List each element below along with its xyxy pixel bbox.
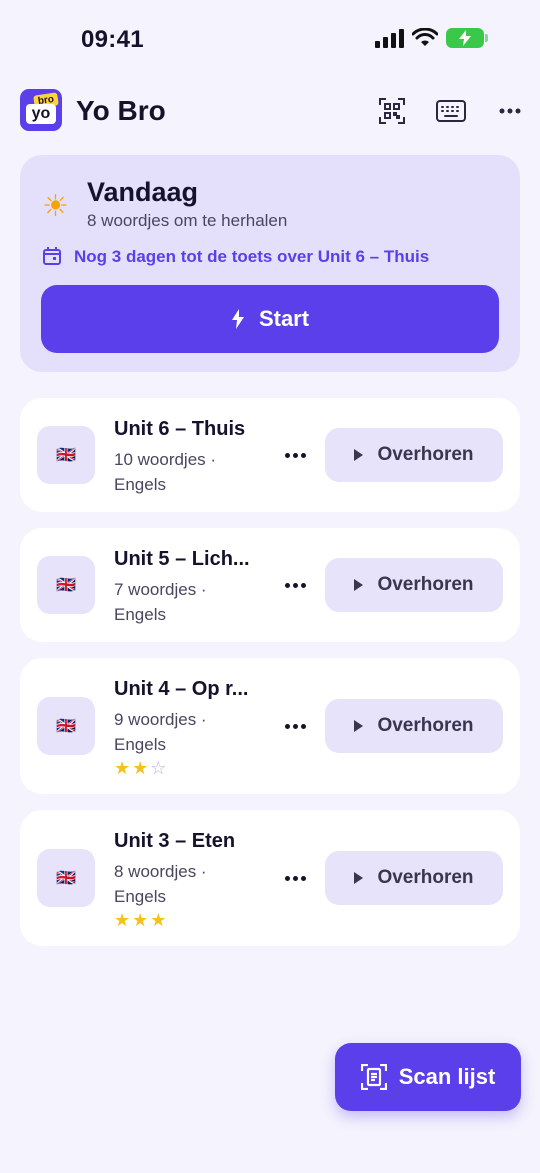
unit-card[interactable]: 🇬🇧 Unit 5 – Lich... 7 woordjes · Engels … bbox=[20, 528, 520, 642]
star-filled-icon: ★ bbox=[150, 910, 169, 930]
unit-card[interactable]: 🇬🇧 Unit 4 – Op r... 9 woordjes · Engels … bbox=[20, 658, 520, 794]
battery-charging-icon bbox=[446, 28, 488, 48]
document-scan-icon bbox=[360, 1064, 387, 1090]
play-icon bbox=[354, 579, 364, 591]
unit-title: Unit 4 – Op r... bbox=[114, 678, 249, 700]
unit-more-icon[interactable] bbox=[282, 575, 308, 595]
unit-more-icon[interactable] bbox=[282, 868, 308, 888]
unit-title: Unit 6 – Thuis bbox=[114, 418, 246, 440]
overhoren-label: Overhoren bbox=[377, 444, 474, 465]
star-rating: ★★☆ bbox=[114, 758, 168, 779]
overhoren-button[interactable]: Overhoren bbox=[325, 428, 503, 482]
start-button[interactable]: Start bbox=[41, 285, 499, 353]
unit-meta: 7 woordjes · Engels bbox=[114, 580, 207, 624]
cellular-signal-icon bbox=[375, 28, 404, 48]
today-title: Vandaag bbox=[87, 177, 199, 207]
unit-more-icon[interactable] bbox=[282, 445, 308, 465]
status-icons bbox=[375, 28, 488, 48]
unit-meta: 10 woordjes · Engels bbox=[114, 450, 217, 494]
unit-more-icon[interactable] bbox=[282, 716, 308, 736]
overhoren-button[interactable]: Overhoren bbox=[325, 851, 503, 905]
overhoren-label: Overhoren bbox=[377, 867, 474, 888]
overhoren-label: Overhoren bbox=[377, 715, 474, 736]
uk-flag-icon: 🇬🇧 bbox=[37, 697, 95, 755]
play-icon bbox=[354, 449, 364, 461]
app-logo: bro yo bbox=[20, 89, 62, 131]
unit-meta: 9 woordjes · Engels bbox=[114, 710, 207, 754]
logo-yo-tag: yo bbox=[26, 104, 56, 124]
overhoren-button[interactable]: Overhoren bbox=[325, 558, 503, 612]
lightning-icon bbox=[231, 309, 244, 329]
unit-meta: 8 woordjes · Engels bbox=[114, 862, 207, 906]
app-title: Yo Bro bbox=[76, 95, 166, 126]
app-header: bro yo Yo Bro bbox=[20, 89, 530, 133]
scan-list-label: Scan lijst bbox=[398, 1064, 496, 1089]
overhoren-label: Overhoren bbox=[377, 574, 474, 595]
uk-flag-icon: 🇬🇧 bbox=[37, 849, 95, 907]
star-empty-icon: ☆ bbox=[150, 758, 169, 778]
wifi-icon bbox=[412, 28, 438, 46]
test-reminder: Nog 3 dagen tot de toets over Unit 6 – T… bbox=[74, 247, 430, 266]
sun-icon: ☀ bbox=[42, 190, 69, 223]
play-icon bbox=[354, 872, 364, 884]
qr-code-icon[interactable] bbox=[376, 95, 408, 127]
status-time: 09:41 bbox=[81, 26, 144, 53]
today-card: ☀ Vandaag 8 woordjes om te herhalen Nog … bbox=[20, 155, 520, 372]
star-filled-icon: ★ bbox=[132, 758, 151, 778]
scan-list-button[interactable]: Scan lijst bbox=[335, 1043, 521, 1111]
overhoren-button[interactable]: Overhoren bbox=[325, 699, 503, 753]
calendar-icon bbox=[43, 247, 61, 265]
start-label: Start bbox=[258, 306, 310, 331]
uk-flag-icon: 🇬🇧 bbox=[37, 556, 95, 614]
play-icon bbox=[354, 720, 364, 732]
star-filled-icon: ★ bbox=[114, 758, 133, 778]
today-subtitle: 8 woordjes om te herhalen bbox=[87, 211, 288, 230]
star-filled-icon: ★ bbox=[114, 910, 133, 930]
keyboard-icon[interactable] bbox=[435, 95, 467, 127]
unit-title: Unit 3 – Eten bbox=[114, 830, 236, 852]
unit-card[interactable]: 🇬🇧 Unit 6 – Thuis 10 woordjes · Engels O… bbox=[20, 398, 520, 512]
star-filled-icon: ★ bbox=[132, 910, 151, 930]
star-rating: ★★★ bbox=[114, 910, 168, 931]
more-horizontal-icon[interactable] bbox=[494, 95, 526, 127]
unit-title: Unit 5 – Lich... bbox=[114, 548, 250, 570]
unit-card[interactable]: 🇬🇧 Unit 3 – Eten 8 woordjes · Engels ★★★… bbox=[20, 810, 520, 946]
status-bar: 09:41 bbox=[0, 0, 540, 80]
uk-flag-icon: 🇬🇧 bbox=[37, 426, 95, 484]
